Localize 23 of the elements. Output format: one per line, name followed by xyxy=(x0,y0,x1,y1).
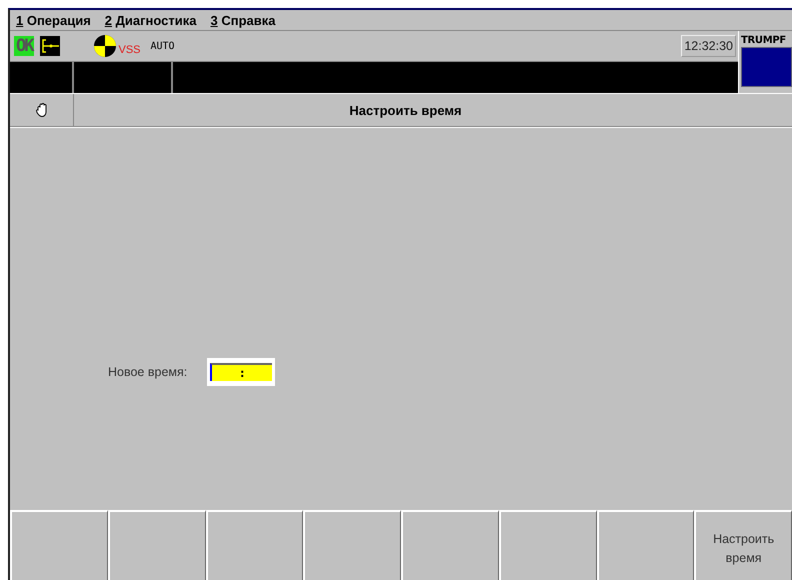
empty-softkey[interactable] xyxy=(596,510,694,580)
vss-label: VSS xyxy=(118,44,140,56)
mode-label: AUTO xyxy=(150,40,175,52)
quartered-circle-icon xyxy=(94,35,116,57)
empty-softkey[interactable] xyxy=(206,510,304,580)
bracket-line-icon xyxy=(40,36,60,56)
screen-title: Настроить время xyxy=(348,102,463,118)
empty-softkey[interactable] xyxy=(303,510,401,580)
empty-softkey[interactable] xyxy=(10,510,108,580)
menu-item[interactable]: 2 Диагностика xyxy=(102,12,198,28)
softkey[interactable]: Настроить время xyxy=(694,510,792,580)
time-input-field[interactable]: : xyxy=(207,358,276,386)
hand-icon xyxy=(36,103,48,117)
menu-item[interactable]: 3 Справка xyxy=(208,12,278,28)
ok-indicator: OK xyxy=(14,36,34,56)
field-label: Новое время: xyxy=(108,365,188,379)
brand-logo: TRUMPF xyxy=(741,35,787,46)
empty-softkey[interactable] xyxy=(401,510,499,580)
logo-panel xyxy=(741,47,792,87)
clock-display: 12:32:30 xyxy=(681,35,736,57)
menu-item[interactable]: 1 Операция xyxy=(14,12,93,28)
empty-softkey[interactable] xyxy=(108,510,206,580)
empty-softkey[interactable] xyxy=(498,510,596,580)
